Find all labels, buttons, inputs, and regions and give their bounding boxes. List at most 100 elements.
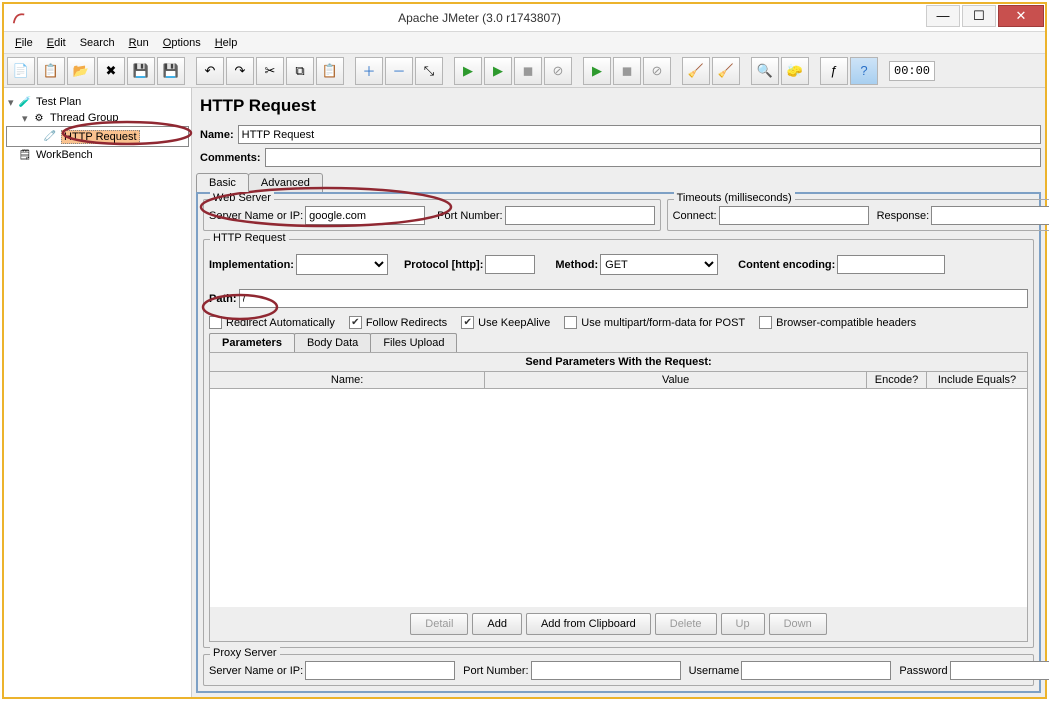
tree-workbench[interactable]: 🗒 WorkBench <box>6 147 189 163</box>
param-title: Send Parameters With the Request: <box>210 353 1027 372</box>
search-icon[interactable]: 🔍 <box>751 57 779 85</box>
proxy-user-label: Username <box>689 665 740 677</box>
servername-input[interactable] <box>305 206 425 225</box>
response-input[interactable] <box>931 206 1049 225</box>
minimize-button[interactable]: — <box>926 5 960 27</box>
port-label: Port Number: <box>437 210 502 222</box>
comments-input[interactable] <box>265 148 1041 167</box>
start-no-timers-icon[interactable]: ▶ <box>484 57 512 85</box>
follow-redirects-checkbox[interactable]: ✔Follow Redirects <box>349 316 447 329</box>
start-icon[interactable]: ▶ <box>454 57 482 85</box>
help-icon[interactable]: ? <box>850 57 878 85</box>
tab-basic[interactable]: Basic <box>196 173 249 192</box>
undo-icon[interactable]: ↶ <box>196 57 224 85</box>
menu-file[interactable]: File <box>8 35 40 51</box>
expand-icon[interactable]: ＋ <box>355 57 383 85</box>
close-icon[interactable]: ✖ <box>97 57 125 85</box>
impl-select[interactable] <box>296 254 388 275</box>
multipart-checkbox[interactable]: Use multipart/form-data for POST <box>564 316 745 329</box>
tree-test-plan[interactable]: ▾ 🧪 Test Plan <box>6 94 189 110</box>
collapse-icon[interactable]: － <box>385 57 413 85</box>
proxy-port-input[interactable] <box>531 661 681 680</box>
port-input[interactable] <box>505 206 655 225</box>
http-request-fieldset: HTTP Request Implementation: Protocol [h… <box>203 239 1034 648</box>
remote-stop-icon[interactable]: ◼ <box>613 57 641 85</box>
reset-search-icon[interactable]: 🧽 <box>781 57 809 85</box>
gear-icon: ⚙ <box>32 111 46 125</box>
method-label: Method: <box>555 259 598 271</box>
timeouts-fieldset: Timeouts (milliseconds) Connect: Respons… <box>667 199 1049 231</box>
enc-label: Content encoding: <box>738 259 835 271</box>
path-input[interactable] <box>239 289 1029 308</box>
add-clipboard-button[interactable]: Add from Clipboard <box>526 613 651 635</box>
param-table-body[interactable] <box>210 389 1027 607</box>
cut-icon[interactable]: ✂ <box>256 57 284 85</box>
detail-button[interactable]: Detail <box>410 613 468 635</box>
title-bar: Apache JMeter (3.0 r1743807) — ☐ ✕ <box>4 4 1045 32</box>
col-name: Name: <box>210 372 485 388</box>
method-select[interactable]: GET <box>600 254 718 275</box>
web-server-fieldset: Web Server Server Name or IP: Port Numbe… <box>203 199 661 231</box>
menu-edit[interactable]: Edit <box>40 35 73 51</box>
save-icon[interactable]: 💾 <box>127 57 155 85</box>
keepalive-checkbox[interactable]: ✔Use KeepAlive <box>461 316 550 329</box>
proxy-server-label: Server Name or IP: <box>209 665 303 677</box>
app-icon <box>12 11 26 25</box>
col-value: Value <box>485 372 867 388</box>
clear-all-icon[interactable]: 🧹 <box>712 57 740 85</box>
browser-headers-checkbox[interactable]: Browser-compatible headers <box>759 316 916 329</box>
paste-icon[interactable]: 📋 <box>316 57 344 85</box>
subtab-files-upload[interactable]: Files Upload <box>370 333 457 352</box>
connect-input[interactable] <box>719 206 869 225</box>
menu-run[interactable]: Run <box>122 35 156 51</box>
subtab-body-data[interactable]: Body Data <box>294 333 371 352</box>
subtab-parameters[interactable]: Parameters <box>209 333 295 352</box>
tree-http-request[interactable]: 🧷 HTTP Request <box>6 126 189 147</box>
clear-icon[interactable]: 🧹 <box>682 57 710 85</box>
shutdown-icon[interactable]: ⊘ <box>544 57 572 85</box>
enc-input[interactable] <box>837 255 945 274</box>
up-button[interactable]: Up <box>721 613 765 635</box>
path-label: Path: <box>209 293 237 305</box>
proto-label: Protocol [http]: <box>404 259 483 271</box>
proto-input[interactable] <box>485 255 535 274</box>
proxy-port-label: Port Number: <box>463 665 528 677</box>
maximize-button[interactable]: ☐ <box>962 5 996 27</box>
open-icon[interactable]: 📂 <box>67 57 95 85</box>
stop-icon[interactable]: ◼ <box>514 57 542 85</box>
down-button[interactable]: Down <box>769 613 827 635</box>
copy-icon[interactable]: ⧉ <box>286 57 314 85</box>
menu-search[interactable]: Search <box>73 35 122 51</box>
panel-title: HTTP Request <box>196 90 1041 124</box>
templates-icon[interactable]: 📋 <box>37 57 65 85</box>
redirect-auto-checkbox[interactable]: Redirect Automatically <box>209 316 335 329</box>
parameters-panel: Send Parameters With the Request: Name: … <box>209 352 1028 642</box>
pipette-icon: 🧷 <box>43 130 57 144</box>
tree-thread-group[interactable]: ▾ ⚙ Thread Group <box>6 110 189 126</box>
delete-button[interactable]: Delete <box>655 613 717 635</box>
add-button[interactable]: Add <box>472 613 522 635</box>
comments-label: Comments: <box>196 152 265 164</box>
toggle-icon[interactable]: ⤡ <box>415 57 443 85</box>
tab-body: Web Server Server Name or IP: Port Numbe… <box>196 192 1041 693</box>
remote-shutdown-icon[interactable]: ⊘ <box>643 57 671 85</box>
new-icon[interactable]: 📄 <box>7 57 35 85</box>
param-table-header: Name: Value Encode? Include Equals? <box>210 372 1027 389</box>
proxy-pass-input[interactable] <box>950 661 1049 680</box>
close-button[interactable]: ✕ <box>998 5 1044 27</box>
col-include: Include Equals? <box>927 372 1027 388</box>
proxy-user-input[interactable] <box>741 661 891 680</box>
main-panel: HTTP Request Name: Comments: Basic Advan… <box>192 88 1045 697</box>
toolbar: 📄 📋 📂 ✖ 💾 💾 ↶ ↷ ✂ ⧉ 📋 ＋ － ⤡ ▶ ▶ ◼ ⊘ ▶ ◼ … <box>4 54 1045 88</box>
name-input[interactable] <box>238 125 1041 144</box>
menu-help[interactable]: Help <box>208 35 245 51</box>
redo-icon[interactable]: ↷ <box>226 57 254 85</box>
function-helper-icon[interactable]: ƒ <box>820 57 848 85</box>
proxy-server-input[interactable] <box>305 661 455 680</box>
menu-options[interactable]: Options <box>156 35 208 51</box>
save-as-icon[interactable]: 💾 <box>157 57 185 85</box>
test-tree[interactable]: ▾ 🧪 Test Plan ▾ ⚙ Thread Group 🧷 HTTP Re… <box>4 88 192 697</box>
tab-advanced[interactable]: Advanced <box>248 173 323 192</box>
window-title: Apache JMeter (3.0 r1743807) <box>34 11 925 25</box>
remote-start-icon[interactable]: ▶ <box>583 57 611 85</box>
